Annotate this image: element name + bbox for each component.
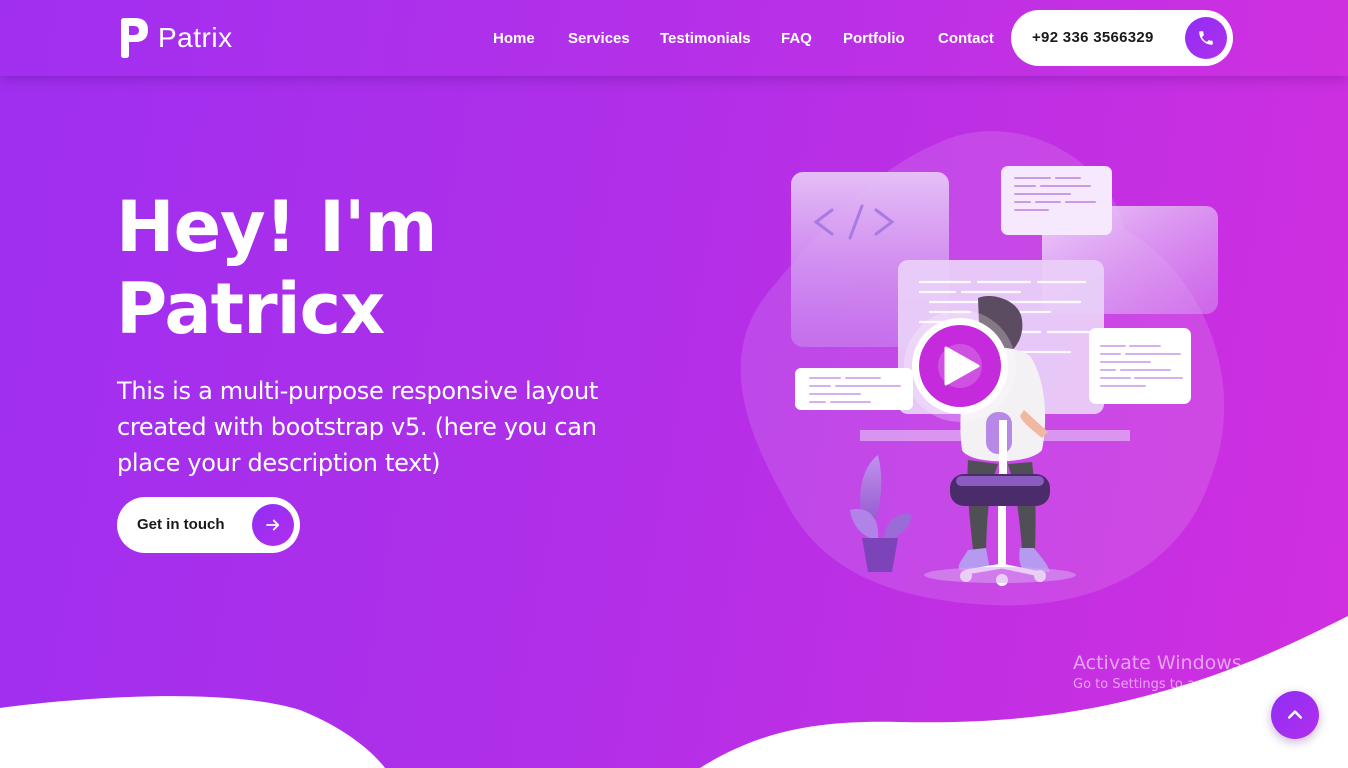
nav-home[interactable]: Home [493,30,535,47]
site-header: Patrix Home Services Testimonials FAQ Po… [0,0,1348,76]
hero-title: Hey! I'm Patricx [116,186,636,350]
phone-icon [1199,31,1213,45]
phone-icon-circle [1185,17,1227,59]
brand-logo[interactable]: Patrix [118,17,233,59]
nav-services[interactable]: Services [568,30,630,47]
chevron-up-icon [1287,710,1303,719]
nav-faq[interactable]: FAQ [781,30,812,47]
phone-number: +92 336 3566329 [1032,29,1154,46]
get-in-touch-label: Get in touch [137,516,225,533]
note-card-right [1089,328,1191,404]
watermark-title: Activate Windows [1073,652,1242,674]
hero-illustration [740,131,1225,606]
hero-description: This is a multi-purpose responsive layou… [117,377,599,477]
scroll-to-top-button[interactable] [1271,691,1319,739]
watermark-subtitle: Go to Settings to activate Windows. [1073,677,1306,692]
activate-windows-watermark: Activate Windows Go to Settings to activ… [1073,652,1306,692]
logo-mark-icon [121,18,148,58]
get-in-touch-button[interactable]: Get in touch [117,497,300,553]
play-button [904,310,1016,422]
nav-contact[interactable]: Contact [938,30,994,47]
brand-name: Patrix [158,22,233,53]
arrow-circle [252,504,294,546]
arrow-right-icon [266,519,280,531]
note-card-left [795,368,913,410]
phone-button[interactable]: +92 336 3566329 [1011,10,1233,66]
nav-testimonials[interactable]: Testimonials [660,30,751,47]
top-card [1001,166,1112,235]
hero-title-line1: Hey! I'm [116,186,437,268]
hero-title-line2: Patricx [116,268,385,350]
nav-portfolio[interactable]: Portfolio [843,30,905,47]
